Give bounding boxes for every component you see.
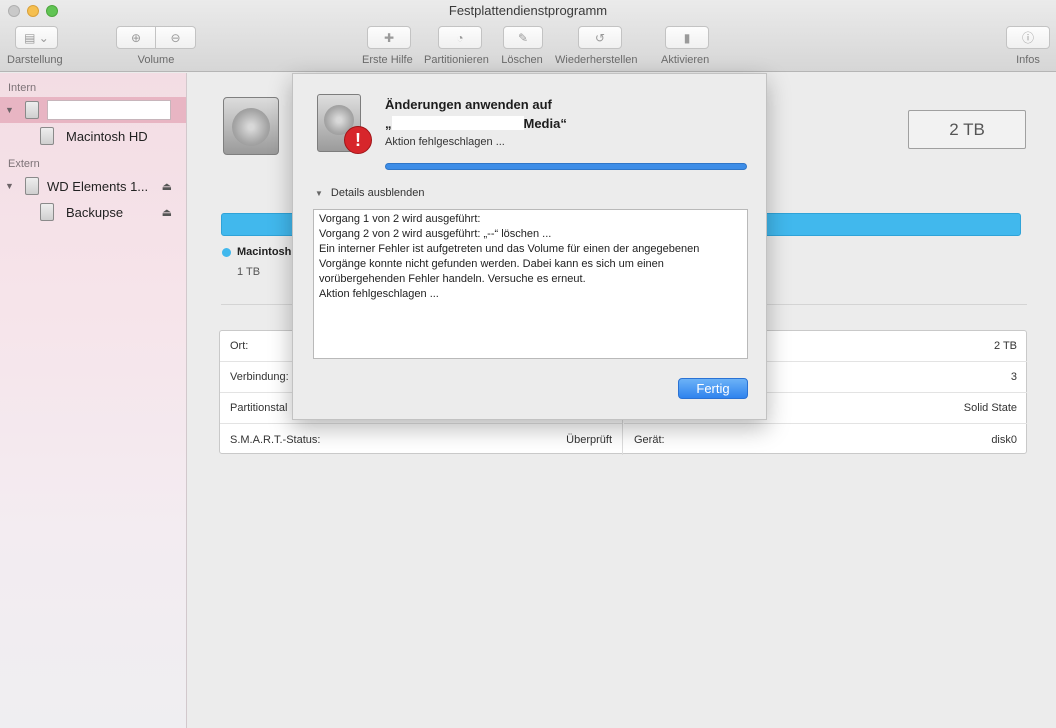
info-row: Gerät: disk0 [624, 424, 1027, 455]
sheet-title-line1: Änderungen anwenden auf [385, 97, 552, 112]
info-value: 2 TB [993, 340, 1017, 352]
toolbar-partition-group: ◔ Partitionieren [424, 26, 489, 66]
mount-label: Aktivieren [661, 54, 710, 66]
info-label: Infos [1016, 54, 1040, 66]
sidebar-item-macintosh-hd[interactable]: Macintosh HD [0, 123, 186, 149]
erase-label: Löschen [501, 54, 543, 66]
sidebar-item-backupse[interactable]: Backupse ⏏ [0, 199, 186, 225]
sheet-icon-group: ! [317, 94, 372, 154]
restore-arrow-icon: ↺ [594, 30, 606, 45]
sidebar-layout-icon: ▤ ⌄ [24, 30, 49, 45]
log-line: Vorgang 2 von 2 wird ausgeführt: „--“ lö… [319, 228, 552, 240]
eject-icon[interactable]: ⏏ [162, 180, 172, 193]
info-button[interactable]: ⓘ [1006, 26, 1050, 49]
redacted-disk-name [47, 100, 171, 120]
legend-volume-name: Macintosh [237, 246, 292, 258]
window-title: Festplattendienstprogramm [448, 3, 608, 18]
erase-button[interactable]: ✎ [503, 26, 543, 49]
disclosure-triangle-icon[interactable]: ▼ [315, 189, 323, 198]
toolbar-volume-group: ⊕ ⊖ Volume [116, 26, 196, 66]
sidebar-item-wd-elements[interactable]: ▼ WD Elements 1... ⏏ [0, 173, 186, 199]
done-button[interactable]: Fertig [678, 378, 748, 399]
view-label: Darstellung [7, 54, 63, 66]
info-value: Solid State [963, 402, 1017, 414]
info-value: 3 [1010, 371, 1017, 383]
redacted-volume-name [391, 116, 524, 130]
info-value: disk0 [991, 433, 1017, 446]
add-volume-icon: ⊕ [130, 30, 142, 45]
disclosure-triangle-icon[interactable]: ▼ [5, 105, 15, 115]
view-button[interactable]: ▤ ⌄ [15, 26, 58, 49]
eject-icon[interactable]: ⏏ [162, 206, 172, 219]
volume-icon [40, 203, 54, 221]
log-line: vorübergehenden Fehler handeln. Versuche… [319, 273, 586, 285]
sheet-title: Änderungen anwenden auf „ Media“ [385, 95, 567, 133]
info-key: Gerät: [634, 433, 665, 446]
remove-volume-button[interactable]: ⊖ [156, 26, 196, 49]
external-disk-icon [25, 177, 39, 195]
sidebar-item-label: WD Elements 1... [47, 178, 149, 194]
apply-changes-sheet: ! Änderungen anwenden auf „ Media“ Aktion… [292, 73, 767, 420]
log-line: Aktion fehlgeschlagen ... [319, 288, 439, 300]
partition-label: Partitionieren [424, 54, 489, 66]
remove-volume-icon: ⊖ [170, 30, 181, 45]
first-aid-button[interactable]: ✚ [367, 26, 411, 49]
details-toggle-label: Details ausblenden [330, 187, 425, 199]
sidebar-item-label: Macintosh HD [66, 128, 148, 144]
volume-label: Volume [137, 54, 175, 66]
info-key: Verbindung: [230, 371, 289, 383]
info-row: S.M.A.R.T.-Status: Überprüft [220, 424, 622, 455]
disk-capacity: 2 TB [908, 110, 1026, 149]
log-line: Vorgänge konnte nicht gefunden werden. D… [319, 258, 664, 270]
sheet-status-text: Aktion fehlgeschlagen ... [385, 136, 505, 148]
sheet-title-media: Media“ [523, 116, 567, 131]
toolbar-erase-group: ✎ Löschen [501, 26, 543, 66]
details-toggle[interactable]: ▼ Details ausblenden [315, 187, 425, 199]
info-icon: ⓘ [1021, 31, 1034, 45]
progress-bar [385, 163, 747, 170]
log-line: Ein interner Fehler ist aufgetreten und … [319, 243, 700, 255]
toolbar-view-group: ▤ ⌄ Darstellung [7, 26, 63, 66]
legend-volume-size: 1 TB [237, 266, 261, 278]
info-key: Partitionstal [230, 402, 288, 414]
restore-button[interactable]: ↺ [578, 26, 622, 49]
volume-icon [40, 127, 54, 145]
info-key: Ort: [230, 340, 249, 352]
log-line: Vorgang 1 von 2 wird ausgeführt: [319, 213, 481, 225]
sidebar-section-external: Extern [8, 158, 40, 170]
disclosure-triangle-icon[interactable]: ▼ [5, 181, 15, 191]
disk-icon [25, 101, 39, 119]
sidebar-item-internal-disk[interactable]: ▼ [0, 97, 186, 123]
toolbar-info-group: ⓘ Infos [1006, 26, 1050, 66]
info-key: S.M.A.R.T.-Status: [230, 433, 321, 446]
stethoscope-icon: ✚ [383, 30, 395, 45]
legend-color-dot [222, 248, 231, 257]
add-volume-button[interactable]: ⊕ [116, 26, 156, 49]
error-badge-icon: ! [344, 126, 372, 154]
toolbar-restore-group: ↺ Wiederherstellen [555, 26, 638, 66]
sidebar-item-label: Backupse [66, 204, 124, 220]
toolbar-mount-group: ▮ Aktivieren [661, 26, 709, 66]
details-log[interactable]: Vorgang 1 von 2 wird ausgeführt: Vorgang… [313, 209, 748, 359]
partition-pie-icon: ◔ [456, 30, 464, 45]
info-value: Überprüft [566, 433, 612, 446]
hard-disk-icon [223, 97, 279, 155]
window-titlebar: Festplattendienstprogramm ▤ ⌄ Darstellun… [0, 0, 1056, 72]
mount-icon: ▮ [683, 30, 691, 45]
first-aid-label: Erste Hilfe [362, 54, 413, 66]
erase-icon: ✎ [517, 30, 529, 45]
restore-label: Wiederherstellen [555, 54, 638, 66]
partition-button[interactable]: ◔ [438, 26, 482, 49]
sidebar-section-internal: Intern [8, 82, 37, 94]
sidebar: Intern ▼ Macintosh HD Extern ▼ WD Elemen… [0, 73, 187, 728]
sheet-title-line2: „ Media“ [385, 114, 567, 133]
mount-button[interactable]: ▮ [665, 26, 709, 49]
toolbar-first-aid-group: ✚ Erste Hilfe [362, 26, 413, 66]
